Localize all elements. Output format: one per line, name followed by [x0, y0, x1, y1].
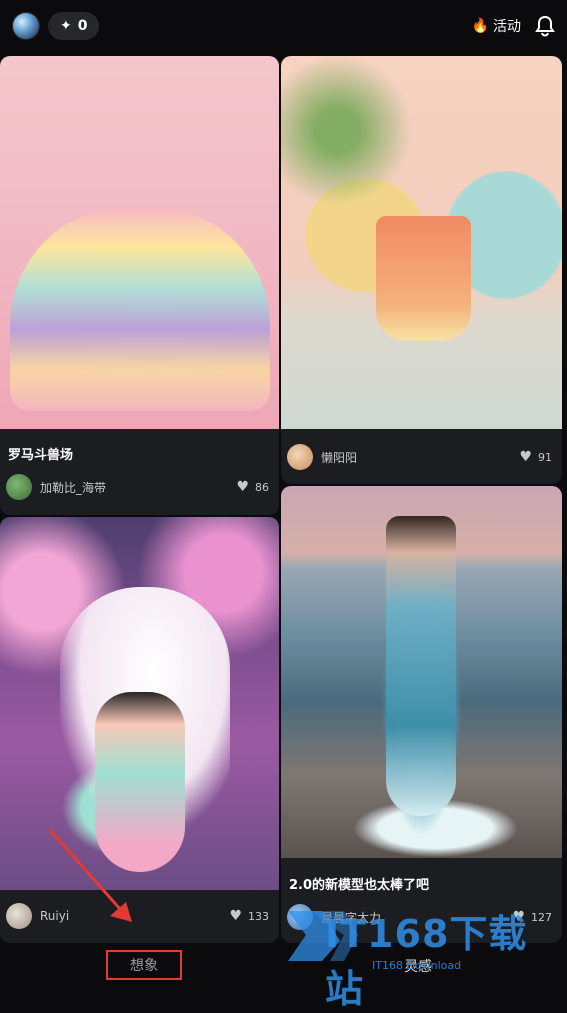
top-left-group: ✦ 0	[12, 12, 100, 40]
post-author[interactable]: 懒阳阳	[287, 444, 357, 470]
bottom-tab-bar: 想象 灵感	[0, 944, 567, 987]
avatar	[6, 474, 32, 500]
heart-icon: ♥	[519, 449, 532, 465]
like-button[interactable]: ♥ 127	[512, 909, 552, 925]
post-card[interactable]: 2.0的新模型也太棒了吧 晨晨字太力 ♥ 127	[281, 486, 562, 943]
post-meta: 懒阳阳 ♥ 91	[287, 444, 552, 470]
like-button[interactable]: ♥ 86	[236, 479, 269, 495]
woman-figure-shape	[386, 516, 456, 816]
post-title: 2.0的新模型也太棒了吧	[289, 878, 430, 893]
tab-imagine[interactable]: 想象	[106, 950, 182, 980]
author-name: 懒阳阳	[321, 450, 358, 465]
post-card[interactable]: 罗马斗兽场 加勒比_海带 ♥ 86	[0, 56, 279, 515]
points-value: 0	[77, 18, 88, 34]
like-button[interactable]: ♥ 91	[519, 449, 552, 465]
author-name: 晨晨字太力	[321, 910, 382, 925]
post-author[interactable]: 加勒比_海带	[6, 474, 106, 500]
heart-icon: ♥	[229, 908, 242, 924]
tab-inspiration[interactable]: 灵感	[404, 956, 432, 976]
activity-button[interactable]: 🔥 活动	[472, 16, 521, 36]
post-title: 罗马斗兽场	[8, 448, 74, 463]
like-count: 86	[255, 480, 269, 494]
heart-icon: ♥	[512, 909, 525, 925]
activity-label: 活动	[493, 19, 521, 35]
rainbow-colosseum-shape	[10, 206, 270, 411]
post-meta: 晨晨字太力 ♥ 127	[287, 904, 552, 930]
avatar	[6, 903, 32, 929]
post-image-sea-dress[interactable]	[281, 486, 562, 858]
pagoda-cake-shape	[376, 216, 471, 341]
bell-icon[interactable]	[535, 15, 555, 37]
like-button[interactable]: ♥ 133	[229, 908, 269, 924]
post-meta: 加勒比_海带 ♥ 86	[6, 474, 269, 500]
avatar	[287, 904, 313, 930]
post-author[interactable]: 晨晨字太力	[287, 904, 381, 930]
red-arrow-icon	[48, 829, 132, 922]
heart-icon: ♥	[236, 479, 249, 495]
profile-orb-icon[interactable]	[12, 12, 40, 40]
like-count: 91	[538, 450, 552, 464]
post-image-colosseum[interactable]	[0, 56, 279, 429]
author-name: 加勒比_海带	[40, 480, 107, 495]
post-image-pagoda[interactable]	[281, 56, 562, 429]
post-card[interactable]: 懒阳阳 ♥ 91	[281, 56, 562, 484]
like-count: 133	[248, 909, 269, 923]
like-count: 127	[531, 910, 552, 924]
avatar	[287, 444, 313, 470]
sparkle-icon: ✦	[60, 18, 72, 34]
top-bar: ✦ 0 🔥 活动	[0, 0, 567, 52]
top-right-group: 🔥 活动	[472, 15, 555, 37]
flame-icon: 🔥	[471, 18, 489, 34]
points-badge[interactable]: ✦ 0	[48, 12, 100, 40]
